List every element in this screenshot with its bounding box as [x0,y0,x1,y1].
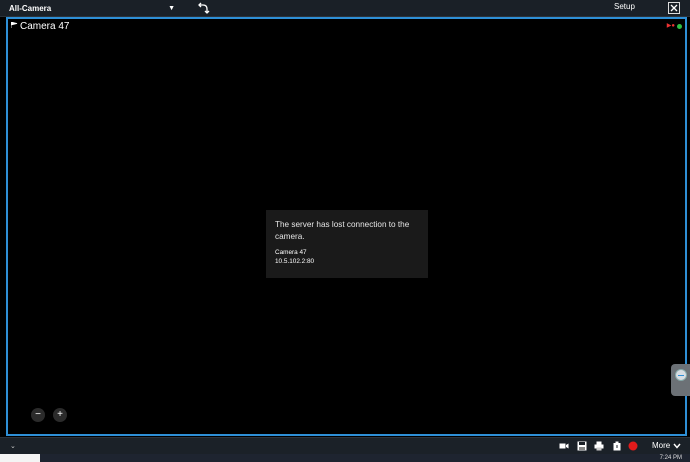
taskbar-clock: 7:24 PM [659,455,682,461]
close-icon[interactable] [668,2,680,14]
chevron-down-icon[interactable]: ⌄ [10,442,16,450]
zoom-in-button[interactable]: + [53,408,67,422]
video-camera-icon[interactable] [559,441,569,451]
panel-toggle-icon [675,369,687,381]
undo-icon[interactable] [196,1,210,15]
setup-button[interactable]: Setup [614,2,635,15]
camera-title: Camera 47 [20,21,70,32]
bottom-toolbar: ⌄ More [0,437,690,454]
live-status-icon [677,24,682,29]
view-selector-label: All-Camera [9,3,52,13]
bookmark-icon[interactable] [612,441,622,451]
message-camera-name: Camera 47 [275,249,307,256]
status-message: The server has lost connection to the ca… [275,220,410,241]
record-icon[interactable] [628,441,638,451]
zoom-out-button[interactable]: − [31,408,45,422]
side-panel-handle[interactable] [671,364,690,396]
taskbar-search-area[interactable] [0,454,40,462]
recording-status-icon: ▶● [666,23,675,29]
message-camera-address: 10.5.102.2:80 [275,258,315,265]
chevron-down-icon [673,443,681,449]
more-label: More [652,441,671,450]
chevron-down-icon: ▼ [168,4,175,12]
print-icon[interactable] [594,441,604,451]
top-bar: All-Camera ▼ Setup [0,0,690,17]
os-taskbar: 7:24 PM [0,454,690,462]
save-icon[interactable] [577,441,587,451]
camera-tile[interactable]: Camera 47 ▶● The server has lost connect… [6,17,687,436]
connection-lost-message: The server has lost connection to the ca… [266,210,428,278]
more-button[interactable]: More [652,441,681,450]
camera-flag-icon [11,22,18,28]
view-selector-dropdown[interactable]: All-Camera ▼ [3,1,178,15]
